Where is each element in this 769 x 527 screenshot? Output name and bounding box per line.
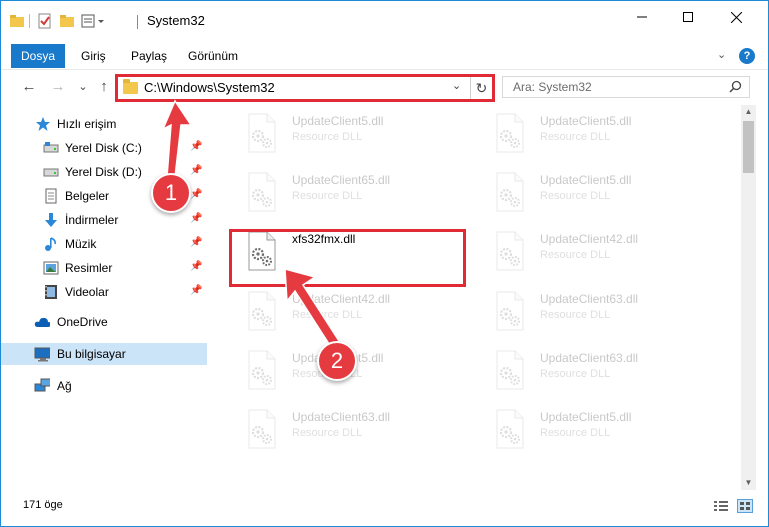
explorer-window: System32 Dosya Giriş Paylaş Görünüm ⌄ ? … [0,0,769,527]
arrow-1 [161,99,193,178]
arrow-2 [284,268,341,349]
annotation-overlay [161,99,341,349]
step-badge-1: 1 [151,173,191,213]
step-badge-2: 2 [317,341,357,381]
